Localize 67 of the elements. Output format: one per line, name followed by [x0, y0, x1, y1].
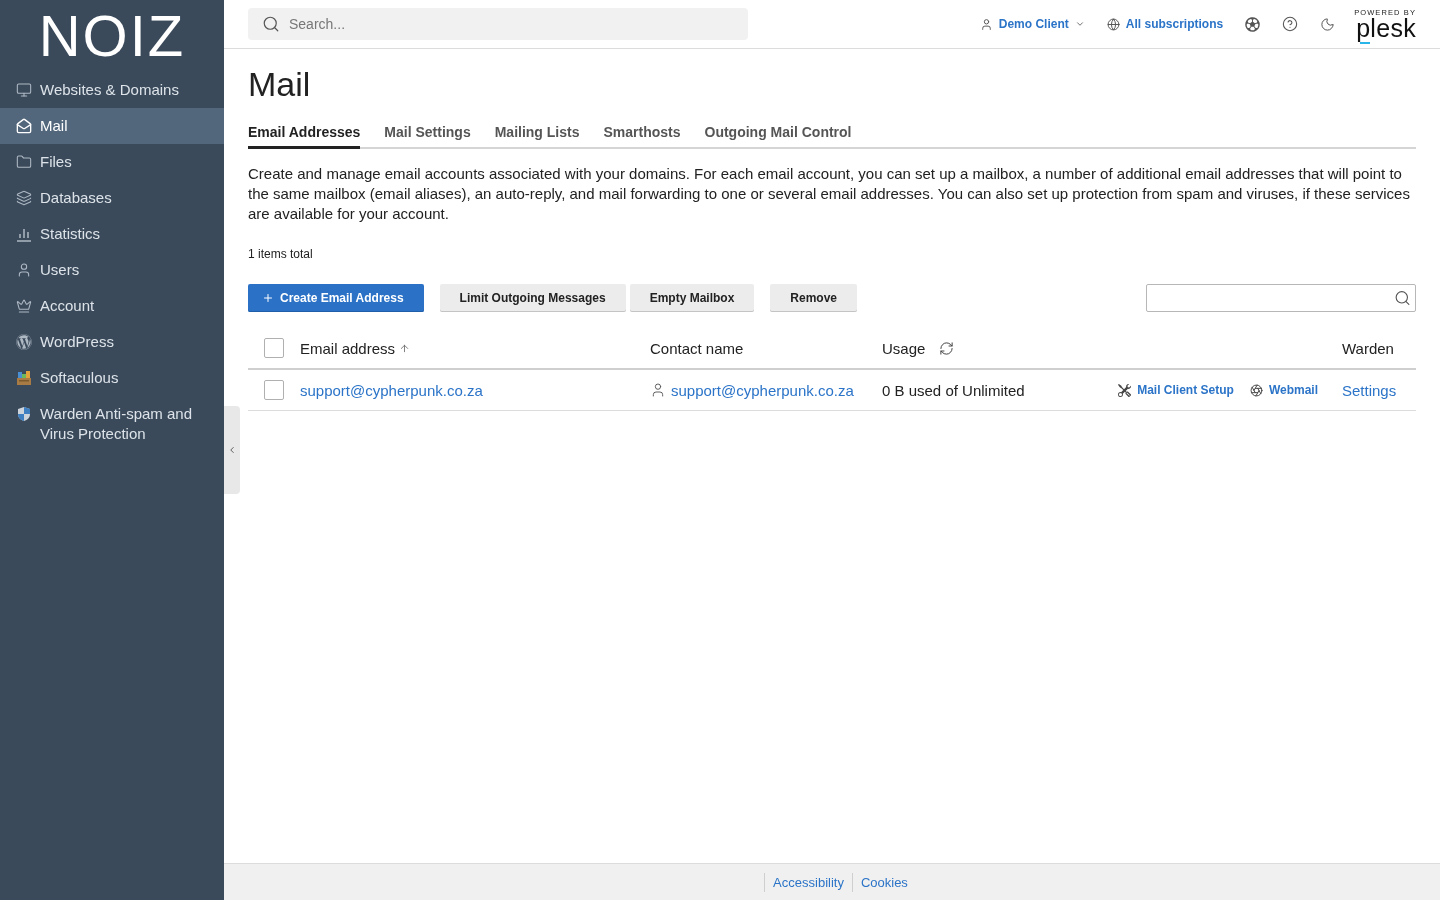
- brand-logo: NOIZ: [38, 7, 186, 65]
- crown-icon: [16, 298, 32, 314]
- checkbox[interactable]: [264, 380, 284, 400]
- sidebar-item[interactable]: Account: [0, 288, 224, 324]
- collapse-handle[interactable]: [224, 406, 240, 494]
- action-link[interactable]: Mail Client Setup: [1118, 383, 1234, 397]
- create-button[interactable]: Create Email Address: [248, 284, 424, 312]
- user-icon: [16, 262, 32, 278]
- contact-link[interactable]: support@cypherpunk.co.za: [671, 381, 854, 399]
- sidebar-item[interactable]: Databases: [0, 180, 224, 216]
- sidebar-item[interactable]: Files: [0, 144, 224, 180]
- user-icon: [650, 382, 666, 398]
- list-search-field[interactable]: [1146, 284, 1416, 312]
- tab[interactable]: Email Addresses: [248, 124, 361, 149]
- help-icon[interactable]: [1282, 16, 1299, 32]
- sidebar-item[interactable]: Mail: [0, 108, 224, 144]
- user-icon: [979, 17, 993, 31]
- sidebar-item[interactable]: Warden Anti-spam and Virus Protection: [0, 396, 224, 452]
- column-header[interactable]: Usage: [882, 339, 926, 357]
- tab[interactable]: Mail Settings: [384, 124, 471, 149]
- usage-text: 0 B used of Unlimited: [882, 381, 1025, 399]
- description-text: Create and manage email accounts associated with your domains. For each email account, you can set up a mailbox, a number of additional email addresses that will point to the same mailbox (email aliases), an auto-reply, and mail forwarding to one or several email addresses. You can also set up protection from spam and viruses, if these services are available for your account.: [248, 164, 1411, 224]
- column-header[interactable]: Contact name: [650, 339, 744, 357]
- refresh-icon[interactable]: [939, 340, 955, 356]
- chevron-left-icon: [227, 445, 237, 455]
- sidebar-item[interactable]: Statistics: [0, 216, 224, 252]
- folder-icon: [16, 154, 32, 170]
- search-field[interactable]: Search...: [248, 8, 748, 40]
- w-logo-icon: [16, 334, 32, 350]
- sidebar-item[interactable]: WordPress: [0, 324, 224, 360]
- column-header[interactable]: Warden: [1342, 339, 1394, 357]
- user-menu[interactable]: Demo Client: [979, 17, 1085, 31]
- mail-icon: [16, 118, 32, 134]
- items-total: 1 items total: [248, 246, 314, 262]
- settings-link[interactable]: Settings: [1342, 381, 1397, 399]
- globe-icon: [1106, 17, 1120, 31]
- column-header[interactable]: Email address: [300, 339, 411, 357]
- subscriptions-link[interactable]: All subscriptions: [1106, 17, 1224, 31]
- toolbar-button[interactable]: Limit Outgoing Messages: [439, 284, 626, 312]
- footer-link[interactable]: Cookies: [851, 872, 916, 892]
- shield-icon: [16, 406, 32, 422]
- sidebar-item[interactable]: Users: [0, 252, 224, 288]
- page-title: Mail: [248, 64, 312, 104]
- moon-icon[interactable]: [1320, 16, 1336, 32]
- sidebar-item[interactable]: Websites & Domains: [0, 72, 224, 108]
- tab[interactable]: Mailing Lists: [494, 124, 580, 149]
- search-icon: [262, 15, 280, 33]
- tab[interactable]: Smarthosts: [603, 124, 681, 149]
- search-icon: [1394, 289, 1411, 307]
- layers-icon: [16, 190, 32, 206]
- footer-link[interactable]: Accessibility: [764, 872, 852, 892]
- tab[interactable]: Outgoing Mail Control: [704, 124, 852, 149]
- toolbar-button[interactable]: Remove: [770, 284, 857, 312]
- email-link[interactable]: support@cypherpunk.co.za: [300, 381, 483, 399]
- checkbox[interactable]: [264, 338, 284, 358]
- action-link[interactable]: Webmail: [1249, 383, 1318, 397]
- monitor-icon: [16, 82, 32, 98]
- brand-name: plesk: [1356, 17, 1416, 40]
- sidebar-item[interactable]: Softaculous: [0, 360, 224, 396]
- aperture-icon: [1249, 383, 1263, 397]
- bar-chart-icon: [16, 226, 32, 242]
- toolbar-button[interactable]: Empty Mailbox: [629, 284, 755, 312]
- accent-bar-icon: [1360, 42, 1371, 44]
- plus-icon: [262, 292, 274, 304]
- tools-icon: [1118, 383, 1132, 397]
- caret-icon: [1074, 19, 1085, 29]
- box-icon: [16, 370, 32, 386]
